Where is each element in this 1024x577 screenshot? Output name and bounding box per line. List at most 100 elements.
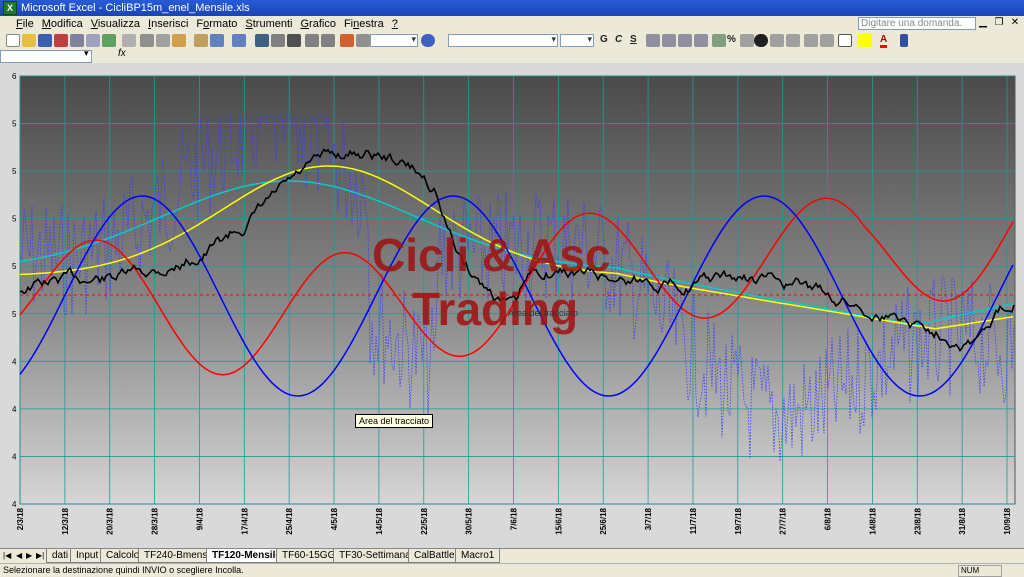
x-tick-label: 30/5/18	[465, 507, 474, 534]
menu-help[interactable]: ?	[388, 18, 402, 30]
open-icon[interactable]	[22, 34, 36, 47]
x-tick-label: 22/5/18	[420, 507, 429, 534]
align-right-icon[interactable]	[678, 34, 692, 47]
insert-icon[interactable]	[271, 34, 285, 47]
decrease-indent-icon[interactable]	[804, 34, 818, 47]
menu-grafico[interactable]: Grafico	[296, 18, 339, 30]
x-tick-label: 9/4/18	[195, 507, 204, 530]
name-box-dropdown-icon[interactable]: ▾	[84, 48, 89, 59]
menu-visualizza[interactable]: Visualizza	[87, 18, 144, 30]
font-size-combo[interactable]	[560, 34, 594, 47]
chart-wizard-icon[interactable]	[340, 34, 354, 47]
y-tick-label: 4	[12, 500, 17, 509]
y-tick-label: 5	[12, 215, 17, 224]
menu-inserisci[interactable]: Inserisci	[144, 18, 192, 30]
close-icon[interactable]: ✕	[1008, 17, 1022, 30]
y-tick-label: 5	[12, 167, 17, 176]
x-tick-label: 3/7/18	[644, 507, 653, 530]
italic-icon[interactable]: C	[615, 34, 622, 45]
y-tick-label: 6	[12, 72, 17, 81]
window-title: Microsoft Excel - CicliBP15m_enel_Mensil…	[21, 2, 250, 14]
increase-indent-icon[interactable]	[820, 34, 834, 47]
x-tick-label: 19/7/18	[734, 507, 743, 534]
next-sheet-icon[interactable]: ▶	[26, 551, 32, 560]
num-lock-indicator: NUM	[958, 565, 1002, 577]
tab-tf120-mensile[interactable]: TF120-Mensile	[206, 549, 287, 563]
permission-icon[interactable]	[54, 34, 68, 47]
menu-strumenti[interactable]: Strumenti	[241, 18, 296, 30]
print-icon[interactable]	[70, 34, 84, 47]
drawing-icon[interactable]	[356, 34, 370, 47]
research-icon[interactable]	[122, 34, 136, 47]
align-center-icon[interactable]	[662, 34, 676, 47]
first-sheet-icon[interactable]: |◀	[3, 551, 11, 560]
autosum-icon[interactable]	[287, 34, 301, 47]
menu-file[interactable]: File	[12, 18, 38, 30]
minimize-icon[interactable]: ▁	[976, 17, 990, 30]
menu-finestra[interactable]: Finestra	[340, 18, 388, 30]
help-question-input[interactable]: Digitare una domanda.	[858, 17, 976, 30]
zoom-combo[interactable]	[370, 34, 418, 47]
watermark-line1: Cicli & Asc	[372, 229, 611, 281]
x-tick-label: 23/8/18	[913, 507, 922, 534]
currency-icon[interactable]	[712, 34, 726, 47]
title-bar: X Microsoft Excel - CicliBP15m_enel_Mens…	[0, 0, 1024, 16]
y-axis-ticks: 6 5 5 5 5 5 4 4 4 4	[12, 72, 17, 509]
x-tick-label: 28/3/18	[151, 507, 160, 534]
x-tick-label: 14/5/18	[375, 507, 384, 534]
redo-icon[interactable]	[232, 34, 246, 47]
font-color-icon[interactable]: A	[880, 34, 888, 48]
y-tick-label: 5	[12, 120, 17, 129]
tab-tf60-15gg[interactable]: TF60-15GG	[276, 549, 342, 563]
last-sheet-icon[interactable]: ▶|	[36, 551, 44, 560]
menu-formato[interactable]: Formato	[192, 18, 241, 30]
borders-icon[interactable]	[838, 34, 852, 47]
print-preview-icon[interactable]	[86, 34, 100, 47]
y-tick-label: 4	[12, 452, 17, 461]
menu-modifica[interactable]: Modifica	[38, 18, 87, 30]
format-painter-icon[interactable]	[194, 34, 208, 47]
fx-icon[interactable]: fx	[118, 48, 126, 59]
thousands-icon[interactable]	[740, 34, 754, 47]
sort-descending-icon[interactable]	[321, 34, 335, 47]
new-icon[interactable]	[6, 34, 20, 47]
plot-area-faint-label: Area del tracciato	[508, 308, 578, 318]
percent-icon[interactable]: %	[727, 34, 736, 45]
toolbar-options-icon[interactable]	[900, 34, 908, 47]
decrease-decimal-icon[interactable]	[786, 34, 800, 47]
price-cycles-chart[interactable]: Cicli & Asc Trading Area del tracciato 6…	[0, 63, 1024, 548]
fill-color-icon[interactable]	[858, 34, 872, 47]
tab-macro1[interactable]: Macro1	[455, 549, 501, 563]
restore-icon[interactable]: ❐	[992, 17, 1006, 30]
chart-tooltip: Area del tracciato	[355, 414, 434, 428]
increase-decimal-icon[interactable]	[770, 34, 784, 47]
name-box[interactable]	[0, 50, 92, 63]
save-icon[interactable]	[38, 34, 52, 47]
y-tick-label: 5	[12, 310, 17, 319]
x-tick-label: 25/4/18	[285, 507, 294, 534]
x-tick-label: 7/6/18	[510, 507, 519, 530]
y-tick-label: 4	[12, 357, 17, 366]
status-message: Selezionare la destinazione quindi INVIO…	[3, 565, 244, 575]
y-tick-label: 5	[12, 262, 17, 271]
font-combo[interactable]	[448, 34, 558, 47]
x-tick-label: 27/7/18	[779, 507, 788, 534]
sort-ascending-icon[interactable]	[305, 34, 319, 47]
x-tick-label: 6/8/18	[824, 507, 833, 530]
spelling-icon[interactable]	[102, 34, 116, 47]
prev-sheet-icon[interactable]: ◀	[16, 551, 22, 560]
sheet-tabs-bar: |◀ ◀ ▶ ▶| dati Input Calcolo TF240-Bmens…	[0, 548, 1024, 564]
tab-calbattle[interactable]: CalBattle	[408, 549, 461, 563]
paste-icon[interactable]	[172, 34, 186, 47]
hyperlink-icon[interactable]	[255, 34, 269, 47]
bold-icon[interactable]: G	[600, 34, 608, 45]
euro-icon[interactable]	[754, 34, 768, 47]
help-icon[interactable]	[421, 34, 435, 47]
x-tick-label: 15/6/18	[554, 507, 563, 534]
align-left-icon[interactable]	[646, 34, 660, 47]
underline-icon[interactable]: S	[630, 34, 637, 45]
undo-icon[interactable]	[210, 34, 224, 47]
copy-icon[interactable]	[156, 34, 170, 47]
cut-icon[interactable]	[140, 34, 154, 47]
merge-center-icon[interactable]	[694, 34, 708, 47]
